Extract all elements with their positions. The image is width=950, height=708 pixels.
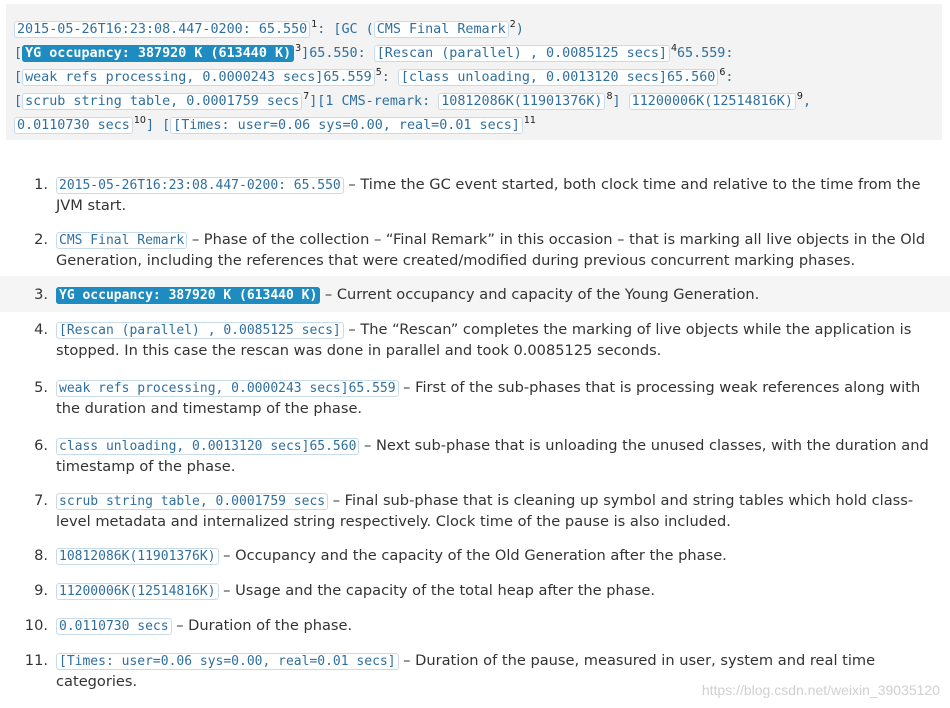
log-text: ] <box>612 94 629 109</box>
log-text: 65.559: <box>677 46 734 61</box>
item-code: [Times: user=0.06 sys=0.00, real=0.01 se… <box>56 653 399 670</box>
item-description: – Occupancy and the capacity of the Old … <box>218 547 727 564</box>
watermark-text: https://blog.csdn.net/weixin_39035120 <box>701 682 940 698</box>
footnote-11: 11 <box>523 115 536 126</box>
item-description: – Usage and the capacity of the total he… <box>218 582 655 599</box>
item-number: 3. <box>34 286 48 303</box>
item-code: 0.0110730 secs <box>56 618 172 635</box>
item-number: 6. <box>34 437 48 454</box>
item-number: 4. <box>34 321 48 338</box>
log-text: ) <box>515 22 524 37</box>
log-text: [ <box>14 46 23 61</box>
log-times: [Times: user=0.06 sys=0.00, real=0.01 se… <box>170 117 523 134</box>
item-body: 11200006K(12514816K) – Usage and the cap… <box>56 580 938 601</box>
item-body: weak refs processing, 0.0000243 secs]65.… <box>56 377 938 419</box>
log-text: , <box>802 94 811 109</box>
log-text: ]65.550: <box>301 46 374 61</box>
log-old-gen: 10812086K(11901376K) <box>438 93 606 110</box>
log-line-4: [scrub string table, 0.0001759 secs 7][1 … <box>14 88 811 111</box>
log-line-2: [YG occupancy: 387920 K (613440 K) 3]65.5… <box>14 40 733 63</box>
item-description: – Phase of the collection – “Final Remar… <box>56 231 926 269</box>
log-cms-final-remark: CMS Final Remark <box>373 21 509 38</box>
log-weak-refs: weak refs processing, 0.0000243 secs]65.… <box>22 69 375 86</box>
item-body: class unloading, 0.0013120 secs]65.560 –… <box>56 435 938 477</box>
item-code: [Rescan (parallel) , 0.0085125 secs] <box>56 322 344 339</box>
item-number: 10. <box>24 617 48 634</box>
log-yg-occupancy: YG occupancy: 387920 K (613440 K) <box>22 45 295 62</box>
item-number: 9. <box>34 582 48 599</box>
item-number: 1. <box>34 176 48 193</box>
log-duration: 0.0110730 secs <box>14 117 133 134</box>
item-body: scrub string table, 0.0001759 secs – Fin… <box>56 490 938 532</box>
item-body: YG occupancy: 387920 K (613440 K) – Curr… <box>56 284 938 305</box>
item-description: – Current occupancy and capacity of the … <box>320 286 760 303</box>
log-text: : <box>381 70 398 85</box>
list-item-active: 3. YG occupancy: 387920 K (613440 K) – C… <box>0 276 950 312</box>
item-number: 2. <box>34 231 48 248</box>
item-code: 11200006K(12514816K) <box>56 583 219 600</box>
log-text: [ <box>14 70 23 85</box>
item-body: 0.0110730 secs – Duration of the phase. <box>56 615 938 636</box>
item-code: scrub string table, 0.0001759 secs <box>56 493 329 510</box>
item-number: 11. <box>24 652 48 669</box>
log-scrub-string-table: scrub string table, 0.0001759 secs <box>22 93 303 110</box>
log-text: ] [ <box>145 118 171 133</box>
item-code: 2015-05-26T16:23:08.447-0200: 65.550 <box>56 177 344 194</box>
log-line-3: [weak refs processing, 0.0000243 secs]65… <box>14 64 733 87</box>
item-body: 2015-05-26T16:23:08.447-0200: 65.550 – T… <box>56 174 938 216</box>
footnote-10: 10 <box>133 115 146 126</box>
log-heap: 11200006K(12514816K) <box>628 93 796 110</box>
item-code: 10812086K(11901376K) <box>56 548 219 565</box>
log-class-unloading: [class unloading, 0.0013120 secs]65.560 <box>397 69 719 86</box>
log-line-5: 0.0110730 secs 10] [[Times: user=0.06 sys… <box>14 112 536 135</box>
item-number: 5. <box>34 379 48 396</box>
item-code-highlighted: YG occupancy: 387920 K (613440 K) <box>56 287 321 304</box>
log-text: : [GC ( <box>317 22 374 37</box>
log-text: : <box>725 70 734 85</box>
log-rescan: [Rescan (parallel) , 0.0085125 secs] <box>373 45 670 62</box>
item-code: CMS Final Remark <box>56 232 188 249</box>
item-code: weak refs processing, 0.0000243 secs]65.… <box>56 380 399 397</box>
gc-log-block: 2015-05-26T16:23:08.447-0200: 65.550 1: [… <box>6 4 942 140</box>
log-line-1: 2015-05-26T16:23:08.447-0200: 65.550 1: [… <box>14 16 524 39</box>
item-number: 8. <box>34 547 48 564</box>
item-body: [Rescan (parallel) , 0.0085125 secs] – T… <box>56 319 938 361</box>
item-number: 7. <box>34 492 48 509</box>
item-description: – Duration of the phase. <box>171 617 353 634</box>
item-body: CMS Final Remark – Phase of the collecti… <box>56 229 938 271</box>
log-text: ][1 CMS-remark: <box>309 94 439 109</box>
item-code: class unloading, 0.0013120 secs]65.560 <box>56 438 360 455</box>
log-text: [ <box>14 94 23 109</box>
log-timestamp: 2015-05-26T16:23:08.447-0200: 65.550 <box>14 21 311 38</box>
item-body: 10812086K(11901376K) – Occupancy and the… <box>56 545 938 566</box>
